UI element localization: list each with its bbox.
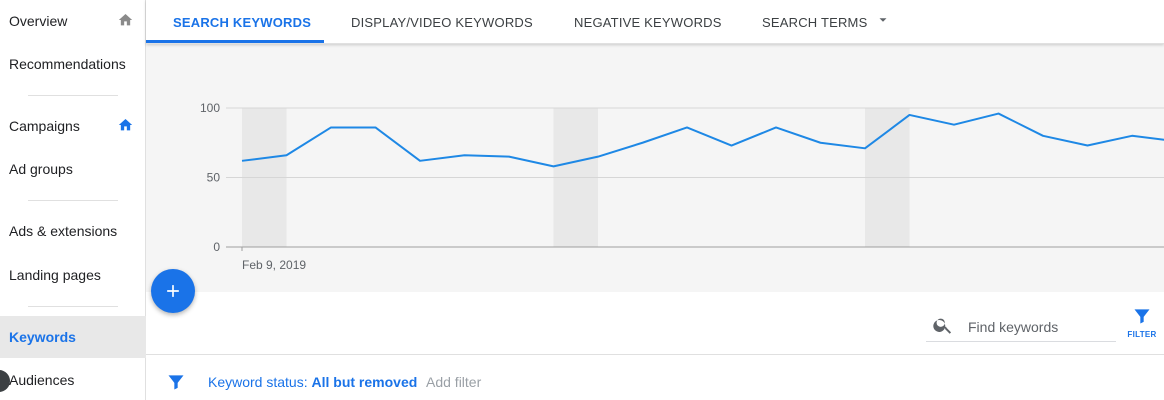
filter-value: All but removed xyxy=(311,374,418,390)
sidebar-item-landing-pages[interactable]: Landing pages xyxy=(0,254,146,296)
active-tab-indicator xyxy=(146,40,324,43)
search-box xyxy=(926,310,1116,342)
filter-icon xyxy=(168,375,184,390)
sidebar-item-label: Audiences xyxy=(9,372,75,388)
sidebar-divider xyxy=(28,95,118,96)
sidebar-item-label: Recommendations xyxy=(9,56,126,72)
sidebar-item-label: Landing pages xyxy=(9,267,101,283)
search-input[interactable] xyxy=(968,316,1113,338)
caret-down-icon[interactable] xyxy=(876,13,890,27)
tab-display-video-keywords[interactable]: DISPLAY/VIDEO KEYWORDS xyxy=(351,0,533,44)
line-chart: 0 50 100 Feb 9, 2019 xyxy=(200,101,1164,272)
sidebar-item-audiences[interactable]: Audiences xyxy=(0,359,146,400)
filter-bar: Keyword status: All but removed Add filt… xyxy=(146,355,1164,400)
home-icon xyxy=(118,119,133,131)
filter-button[interactable]: FILTER xyxy=(1126,304,1158,344)
search-icon xyxy=(933,318,952,334)
sidebar-divider xyxy=(28,306,118,307)
filter-icon xyxy=(1134,309,1150,324)
table-toolbar: FILTER xyxy=(146,292,1164,355)
sidebar-item-keywords[interactable]: Keywords xyxy=(0,316,146,358)
sidebar-item-ads-extensions[interactable]: Ads & extensions xyxy=(0,210,146,252)
tab-search-terms[interactable]: SEARCH TERMS xyxy=(762,0,867,44)
plus-icon xyxy=(167,285,179,297)
sidebar-item-label: Keywords xyxy=(9,329,76,345)
performance-chart: 0 50 100 Feb 9, 2019 xyxy=(146,44,1164,292)
y-tick-label: 50 xyxy=(207,171,221,185)
sidebar-item-recommendations[interactable]: Recommendations xyxy=(0,43,146,85)
sidebar-item-label: Ads & extensions xyxy=(9,223,118,239)
add-keyword-button[interactable] xyxy=(151,269,195,313)
sidebar-item-campaigns[interactable]: Campaigns xyxy=(0,105,146,147)
google-ads-keywords-page: Overview Recommendations Campaigns Ad gr… xyxy=(0,0,1164,400)
filter-label: Keyword status: xyxy=(208,374,312,390)
tab-bar: SEARCH KEYWORDS DISPLAY/VIDEO KEYWORDS N… xyxy=(146,0,1164,44)
sidebar-divider xyxy=(28,200,118,201)
add-filter-link[interactable]: Add filter xyxy=(426,374,481,390)
keyword-status-filter[interactable]: Keyword status: All but removed xyxy=(208,374,417,390)
filter-button-label: FILTER xyxy=(1127,330,1157,339)
y-tick-label: 0 xyxy=(213,240,220,254)
tab-search-keywords[interactable]: SEARCH KEYWORDS xyxy=(173,0,311,44)
x-tick-label: Feb 9, 2019 xyxy=(242,258,306,272)
series-line xyxy=(241,112,1164,168)
sidebar-item-overview[interactable]: Overview xyxy=(0,0,146,42)
sidebar-item-ad-groups[interactable]: Ad groups xyxy=(0,148,146,190)
y-tick-label: 100 xyxy=(200,101,220,115)
sidebar-item-label: Ad groups xyxy=(9,161,73,177)
tab-negative-keywords[interactable]: NEGATIVE KEYWORDS xyxy=(574,0,722,44)
home-icon xyxy=(118,14,133,26)
sidebar: Overview Recommendations Campaigns Ad gr… xyxy=(0,0,146,400)
